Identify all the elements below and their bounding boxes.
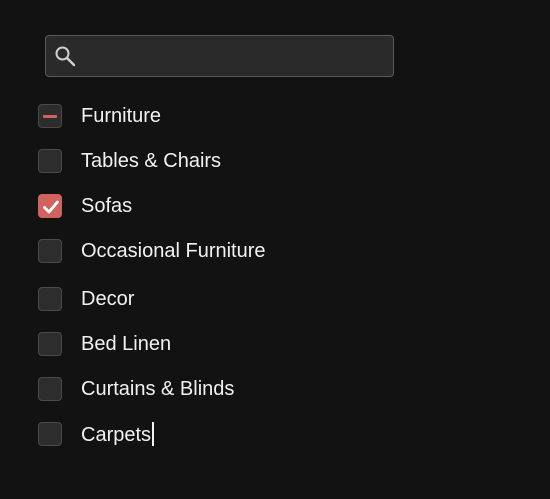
checkmark-icon — [43, 200, 59, 214]
search-box[interactable] — [45, 35, 394, 78]
category-item-furniture[interactable]: Furniture — [38, 104, 338, 130]
category-item-carpets[interactable]: Carpets — [38, 422, 338, 448]
category-checkbox[interactable] — [38, 239, 62, 263]
category-item-decor[interactable]: Decor — [38, 287, 338, 313]
category-label-with-caret: Carpets — [81, 422, 155, 447]
category-label: Furniture — [81, 105, 162, 127]
category-item-tables-chairs[interactable]: Tables & Chairs — [38, 149, 338, 175]
category-label: Tables & Chairs — [81, 150, 222, 172]
search-input[interactable] — [82, 36, 386, 78]
minus-icon — [43, 115, 57, 118]
category-label: Carpets — [81, 424, 152, 446]
category-checkbox[interactable] — [38, 332, 62, 356]
category-checkbox[interactable] — [38, 149, 62, 173]
category-checkbox-indeterminate[interactable] — [38, 104, 62, 128]
category-checkbox-checked[interactable] — [38, 194, 62, 218]
category-label: Decor — [81, 288, 135, 310]
search-icon — [54, 45, 76, 67]
category-item-occasional-furniture[interactable]: Occasional Furniture — [38, 239, 338, 265]
category-label: Sofas — [81, 195, 133, 217]
category-checkbox[interactable] — [38, 377, 62, 401]
category-checkbox[interactable] — [38, 287, 62, 311]
category-checkbox[interactable] — [38, 422, 62, 446]
category-label: Curtains & Blinds — [81, 378, 235, 400]
category-item-bed-linen[interactable]: Bed Linen — [38, 332, 338, 358]
category-item-sofas[interactable]: Sofas — [38, 194, 338, 220]
category-label: Occasional Furniture — [81, 240, 266, 262]
category-label: Bed Linen — [81, 333, 172, 355]
category-item-curtains-blinds[interactable]: Curtains & Blinds — [38, 377, 338, 403]
category-filter-panel: Furniture Tables & Chairs Sofas Occasion… — [0, 0, 550, 499]
text-caret — [152, 422, 155, 446]
